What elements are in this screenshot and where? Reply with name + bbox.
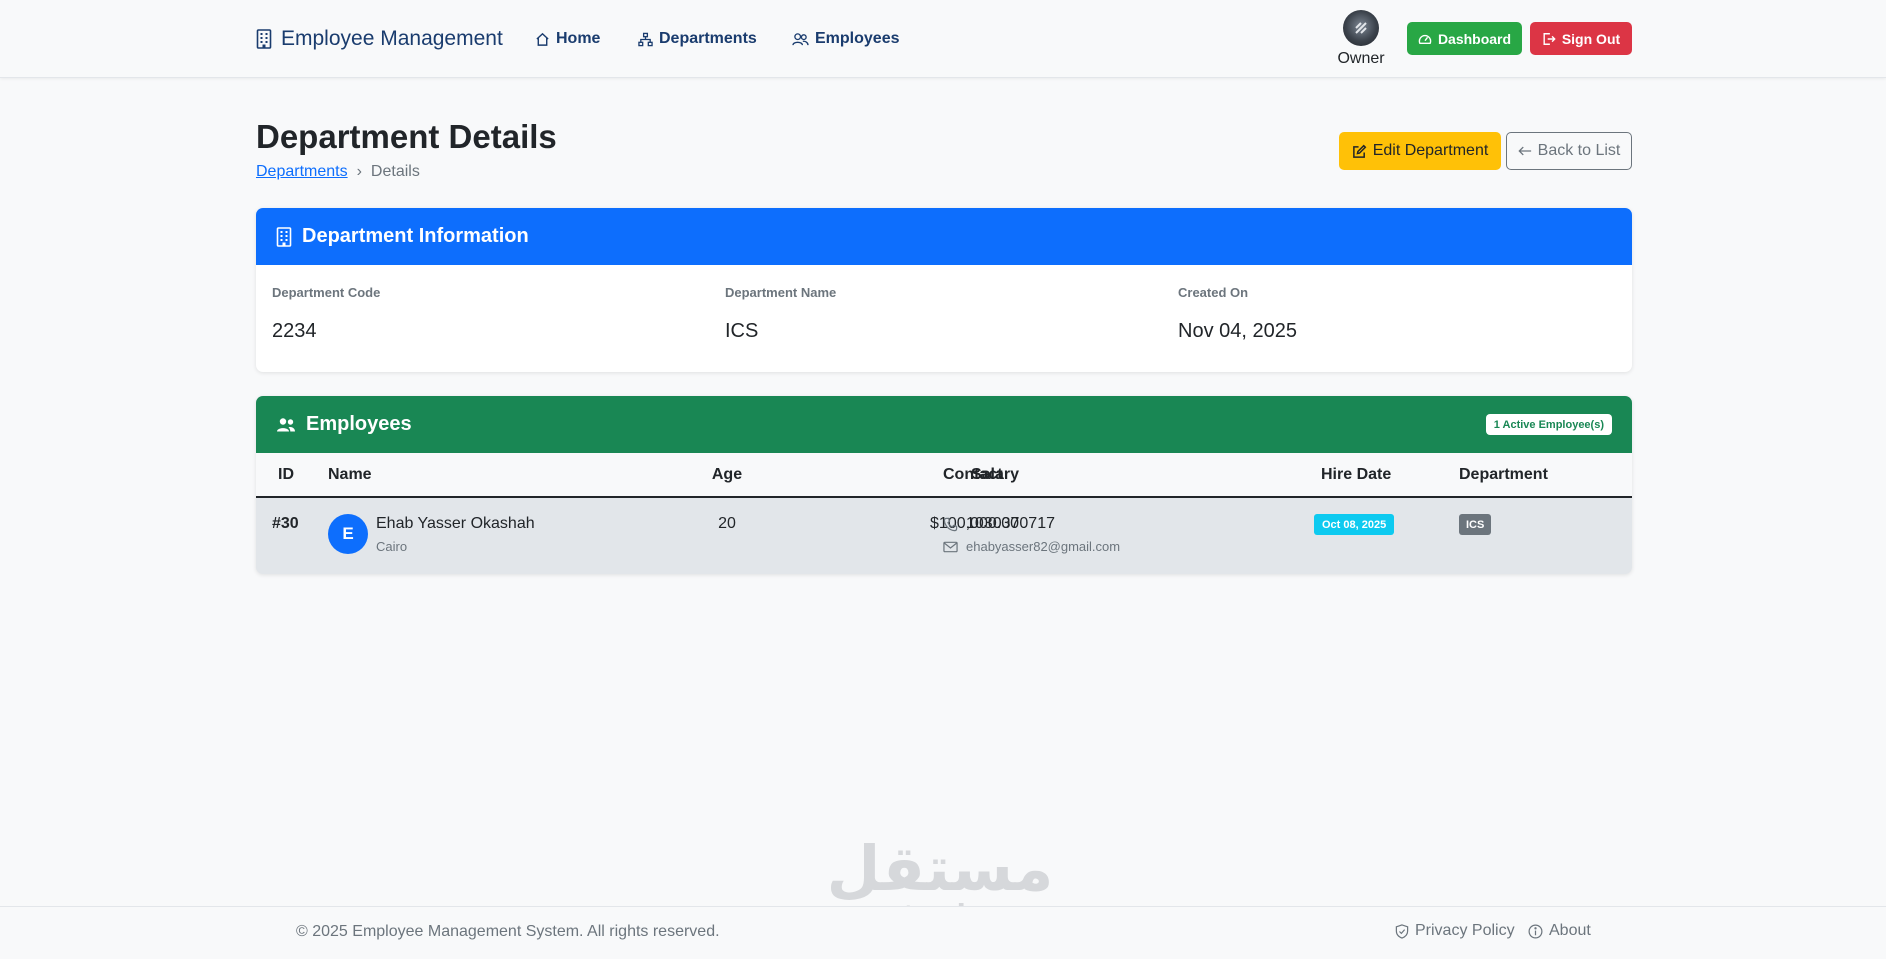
column-header-age: Age (711, 466, 743, 483)
edit-department-label: Edit Department (1372, 142, 1489, 159)
shield-check-icon (1395, 923, 1409, 939)
sign-out-label: Sign Out (1561, 30, 1621, 47)
speedometer-icon (1418, 33, 1432, 45)
brand-label: Employee Management (281, 27, 503, 50)
department-badge: ICS (1459, 514, 1492, 535)
user-role-label: Owner (1337, 50, 1385, 67)
sign-out-icon (1542, 32, 1556, 46)
pencil-square-icon (1352, 144, 1367, 159)
employee-city: Cairo (376, 539, 408, 554)
active-employees-badge: 1 Active Employee(s) (1485, 414, 1612, 435)
nav-home-label: Home (556, 30, 601, 47)
house-icon (535, 32, 550, 47)
field-label: Department Name (725, 285, 837, 300)
envelope-icon (943, 541, 958, 553)
field-department-name: Department Name ICS (725, 285, 836, 343)
about-link[interactable]: About (1528, 922, 1591, 940)
field-created-on: Created On Nov 04, 2025 (1178, 285, 1297, 343)
people-fill-icon (276, 417, 296, 433)
column-header-department: Department (1459, 466, 1548, 483)
arrow-left-icon (1518, 145, 1532, 157)
brand-link[interactable]: Employee Management (256, 25, 503, 53)
field-value: ICS (725, 320, 759, 342)
footer: © 2025 Employee Management System. All r… (0, 906, 1886, 959)
dashboard-button[interactable]: Dashboard (1407, 22, 1522, 55)
column-header-id: ID (278, 466, 294, 483)
table-header: ID Name Age Salary Contact Hire Date Dep… (256, 453, 1632, 498)
phone-icon (943, 517, 958, 532)
edit-department-button[interactable]: Edit Department (1339, 132, 1501, 170)
employee-id: #30 (272, 515, 299, 532)
nav-employees[interactable]: Employees (792, 27, 899, 51)
employee-email-value: ehabyasser82@gmail.com (966, 539, 1121, 554)
breadcrumb-current: Details (370, 163, 420, 180)
field-value: Nov 04, 2025 (1178, 320, 1297, 342)
column-header-contact: Contact (943, 466, 1003, 483)
department-info-title: Department Information (302, 225, 529, 247)
nav-departments-label: Departments (659, 30, 757, 47)
page-title: Department Details (256, 118, 557, 155)
hire-date-badge: Oct 08, 2025 (1314, 514, 1395, 535)
table-row[interactable]: #30 E Ehab Yasser Okashah Cairo 20 $100,… (256, 498, 1632, 574)
field-label: Department Code (272, 285, 381, 300)
user-menu[interactable]: Owner (1334, 10, 1388, 68)
employee-phone: 1030370717 (943, 515, 1055, 533)
field-department-code: Department Code 2234 (272, 285, 380, 343)
people-icon (792, 32, 809, 47)
nav-home[interactable]: Home (535, 27, 600, 51)
privacy-policy-link[interactable]: Privacy Policy (1395, 922, 1515, 940)
about-label: About (1549, 922, 1591, 939)
diagram-icon (638, 32, 653, 47)
employees-title: Employees (306, 413, 412, 435)
breadcrumb-separator: › (356, 163, 362, 180)
back-to-list-button[interactable]: Back to List (1506, 132, 1632, 170)
department-info-card: Department Information Department Code 2… (256, 208, 1632, 372)
building-icon (256, 29, 272, 49)
breadcrumb: Departments › Details (256, 163, 420, 181)
field-value: 2234 (272, 320, 317, 342)
privacy-policy-label: Privacy Policy (1415, 922, 1515, 939)
navbar: Employee Management Home Departments Emp… (0, 0, 1886, 78)
avatar (1343, 10, 1379, 46)
back-to-list-label: Back to List (1537, 142, 1621, 159)
employees-header: Employees 1 Active Employee(s) (256, 396, 1632, 453)
field-label: Created On (1178, 285, 1249, 300)
breadcrumb-departments-link[interactable]: Departments (256, 163, 348, 181)
nav-departments[interactable]: Departments (638, 27, 757, 51)
employees-card: Employees 1 Active Employee(s) ID Name A… (256, 396, 1632, 574)
department-info-header: Department Information (256, 208, 1632, 265)
sign-out-button[interactable]: Sign Out (1530, 22, 1632, 55)
nav-employees-label: Employees (815, 30, 900, 47)
copyright-text: © 2025 Employee Management System. All r… (296, 923, 720, 940)
employee-initial: E (342, 524, 354, 543)
employee-avatar: E (328, 514, 368, 554)
employee-name: Ehab Yasser Okashah (376, 515, 535, 532)
dashboard-label: Dashboard (1437, 30, 1512, 47)
employee-email: ehabyasser82@gmail.com (943, 539, 1120, 554)
column-header-name: Name (328, 466, 372, 483)
info-circle-icon (1528, 924, 1543, 939)
employee-phone-value: 1030370717 (966, 515, 1055, 532)
employee-age: 20 (718, 515, 736, 532)
building-icon (276, 226, 292, 247)
column-header-hire-date: Hire Date (1321, 466, 1392, 483)
watermark-arabic: مستقل (826, 832, 1054, 905)
